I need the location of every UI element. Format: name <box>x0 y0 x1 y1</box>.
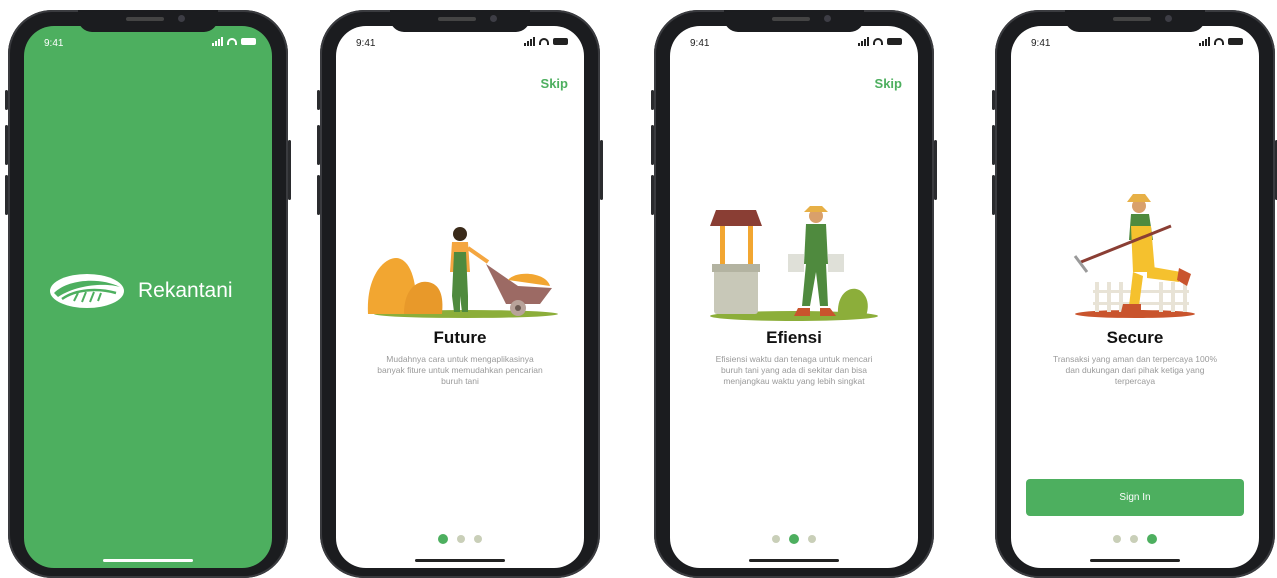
signal-icon <box>212 37 223 46</box>
brand-name: Rekantani <box>138 279 233 302</box>
home-indicator[interactable] <box>749 559 839 562</box>
status-time: 9:41 <box>1031 38 1051 49</box>
volume-down-button <box>317 175 320 215</box>
page-dot-1[interactable] <box>438 534 448 544</box>
mute-switch <box>992 90 995 110</box>
mute-switch <box>5 90 8 110</box>
farmer-well-illustration <box>710 206 878 321</box>
notch <box>78 10 218 32</box>
wifi-icon <box>1214 38 1224 45</box>
page-dot-2[interactable] <box>789 534 799 544</box>
battery-icon <box>553 38 568 45</box>
brand-logo: Rekantani <box>48 271 233 311</box>
volume-up-button <box>992 125 995 165</box>
page-dot-3[interactable] <box>474 535 482 543</box>
power-button <box>934 140 937 200</box>
phone-onboarding-efiensi: 9:41 Skip Efiensi Efisiensi waktu dan te… <box>651 10 937 578</box>
battery-icon <box>241 38 256 45</box>
onboarding-title: Efiensi <box>766 328 822 347</box>
notch <box>390 10 530 32</box>
sign-in-button[interactable]: Sign In <box>1026 479 1244 516</box>
home-indicator[interactable] <box>103 559 193 562</box>
phone-onboarding-secure: 9:41 Secure Transaksi yang aman dan terp… <box>992 10 1277 578</box>
mute-switch <box>317 90 320 110</box>
volume-up-button <box>317 125 320 165</box>
status-time: 9:41 <box>690 38 710 49</box>
page-dot-1[interactable] <box>772 535 780 543</box>
onboarding-description: Transaksi yang aman dan terpercaya 100% … <box>1052 354 1218 386</box>
volume-down-button <box>651 175 654 215</box>
signal-icon <box>524 37 535 46</box>
status-icons <box>858 37 902 46</box>
home-indicator[interactable] <box>1090 559 1180 562</box>
page-dot-3[interactable] <box>808 535 816 543</box>
status-icons <box>1199 37 1243 46</box>
onboarding-screen-secure: 9:41 Secure Transaksi yang aman dan terp… <box>1011 26 1259 568</box>
wifi-icon <box>873 38 883 45</box>
status-icons <box>212 37 256 46</box>
page-dot-2[interactable] <box>457 535 465 543</box>
volume-down-button <box>992 175 995 215</box>
wifi-icon <box>227 38 237 45</box>
skip-button[interactable]: Skip <box>875 76 902 91</box>
signal-icon <box>858 37 869 46</box>
page-dot-3[interactable] <box>1147 534 1157 544</box>
splash-screen: 9:41 Rekantani <box>24 26 272 568</box>
volume-down-button <box>5 175 8 215</box>
notch <box>1065 10 1205 32</box>
onboarding-screen-efiensi: 9:41 Skip Efiensi Efisiensi waktu dan te… <box>670 26 918 568</box>
farmer-rake-illustration <box>1073 194 1195 318</box>
page-indicator <box>1011 534 1259 544</box>
page-indicator <box>670 534 918 544</box>
volume-up-button <box>651 125 654 165</box>
farmer-wheelbarrow-illustration <box>367 227 558 318</box>
home-indicator[interactable] <box>415 559 505 562</box>
page-dot-1[interactable] <box>1113 535 1121 543</box>
power-button <box>288 140 291 200</box>
onboarding-screen-future: 9:41 Skip Future Mudahnya cara untuk men… <box>336 26 584 568</box>
phone-onboarding-future: 9:41 Skip Future Mudahnya cara untuk men… <box>317 10 603 578</box>
phone-splash: 9:41 Rekantani <box>5 10 291 578</box>
power-button <box>600 140 603 200</box>
rekantani-logo-icon <box>50 274 124 308</box>
onboarding-title: Secure <box>1106 328 1164 347</box>
page-indicator <box>336 534 584 544</box>
onboarding-title: Future <box>433 328 487 347</box>
skip-button[interactable]: Skip <box>541 76 568 91</box>
onboarding-description: Efisiensi waktu dan tenaga untuk mencari… <box>715 354 873 386</box>
page-dot-2[interactable] <box>1130 535 1138 543</box>
status-time: 9:41 <box>44 38 64 49</box>
wifi-icon <box>539 38 549 45</box>
battery-icon <box>887 38 902 45</box>
volume-up-button <box>5 125 8 165</box>
status-time: 9:41 <box>356 38 376 49</box>
onboarding-description: Mudahnya cara untuk mengaplikasinya bany… <box>377 354 543 386</box>
signal-icon <box>1199 37 1210 46</box>
mute-switch <box>651 90 654 110</box>
battery-icon <box>1228 38 1243 45</box>
notch <box>724 10 864 32</box>
status-icons <box>524 37 568 46</box>
